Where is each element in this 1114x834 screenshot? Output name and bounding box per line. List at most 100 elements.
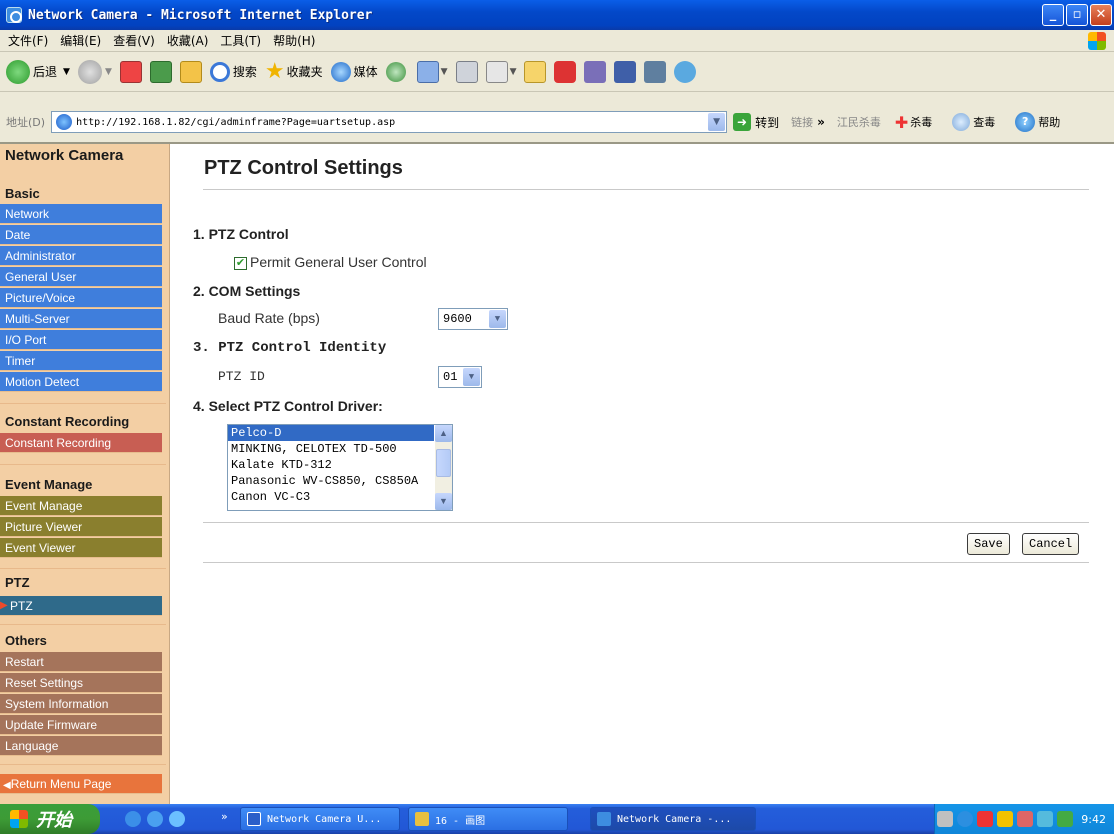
menu-tools[interactable]: 工具(T) (220, 32, 261, 49)
chevron-down-icon[interactable]: ▼ (463, 368, 480, 386)
menu-view[interactable]: 查看(V) (113, 32, 155, 49)
history-button[interactable] (385, 61, 409, 82)
sidebar-item-event-manage[interactable]: Event Manage (0, 496, 162, 516)
driver-option[interactable]: MINKING, CELOTEX TD-500 (228, 441, 434, 457)
security-icon[interactable] (1057, 811, 1074, 827)
permit-user-checkbox[interactable]: ✔ (234, 257, 247, 270)
favorites-label: 收藏夹 (286, 65, 323, 79)
browser-toolbar: 后退 ▼ ▼ 搜索 ★ 收藏夹 媒体 ▼ ▼ (0, 52, 1114, 92)
ptz-id-value: 01 (443, 370, 458, 384)
messenger-icon (584, 60, 607, 83)
sidebar-item-picture-voice[interactable]: Picture/Voice (0, 288, 162, 308)
jiangmin-link[interactable]: 江民杀毒 (837, 114, 881, 130)
listbox-scrollbar[interactable]: ▲ ▼ (435, 425, 452, 510)
quicklaunch-more[interactable]: » (221, 810, 228, 823)
ie-quicklaunch-icon[interactable] (125, 811, 141, 827)
plugin-button-4[interactable] (644, 60, 667, 83)
task-word[interactable]: Network Camera U... (240, 807, 400, 831)
print-button[interactable] (455, 60, 478, 83)
driver-listbox[interactable]: Pelco-D MINKING, CELOTEX TD-500 Kalate K… (227, 424, 453, 511)
menu-file[interactable]: 文件(F) (8, 32, 48, 49)
save-button[interactable]: Save (967, 533, 1010, 555)
form-divider (203, 522, 1089, 523)
page-title: PTZ Control Settings (204, 157, 403, 179)
sidebar-item-picture-viewer[interactable]: Picture Viewer (0, 517, 162, 537)
scroll-thumb[interactable] (436, 449, 451, 477)
permit-user-label[interactable]: Permit General User Control (250, 254, 427, 270)
address-dropdown-icon[interactable]: ▼ (708, 113, 726, 131)
close-button[interactable]: ✕ (1090, 4, 1112, 26)
media-label: 媒体 (353, 65, 378, 79)
sidebar-item-update-firmware[interactable]: Update Firmware (0, 715, 162, 735)
sidebar-item-event-viewer[interactable]: Event Viewer (0, 538, 162, 558)
sidebar-item-ptz[interactable]: ▶ PTZ (0, 596, 162, 616)
driver-option[interactable]: Canon VC-C3 (228, 489, 434, 505)
sidebar-item-general-user[interactable]: General User (0, 267, 162, 287)
cancel-button[interactable]: Cancel (1022, 533, 1080, 555)
folder-button[interactable] (524, 60, 547, 83)
address-input[interactable]: http://192.168.1.82/cgi/adminframe?Page=… (51, 111, 728, 133)
sidebar-item-reset-settings[interactable]: Reset Settings (0, 673, 162, 693)
address-url[interactable]: http://192.168.1.82/cgi/adminframe?Page=… (76, 117, 395, 128)
back-tray-icon[interactable] (957, 811, 974, 827)
media-button[interactable]: 媒体 (330, 61, 378, 82)
menu-edit[interactable]: 编辑(E) (60, 32, 101, 49)
favorites-button[interactable]: ★ 收藏夹 (265, 59, 323, 84)
sidebar-divider (0, 624, 166, 625)
maximize-button[interactable]: ▫ (1066, 4, 1088, 26)
baud-rate-select[interactable]: 9600 ▼ (438, 308, 508, 330)
help-button[interactable]: ? 帮助 (1015, 112, 1060, 132)
refresh-button[interactable] (149, 60, 172, 83)
edit-button[interactable]: ▼ (485, 60, 516, 83)
scroll-up-icon[interactable]: ▲ (435, 425, 452, 442)
sidebar-item-network[interactable]: Network (0, 204, 162, 224)
network-icon[interactable] (997, 811, 1014, 827)
sidebar-item-restart[interactable]: Restart (0, 652, 162, 672)
check-virus-button[interactable]: 查毒 (952, 113, 995, 131)
volume-icon[interactable] (1037, 811, 1054, 827)
task-paint[interactable]: 16 - 画图 (408, 807, 568, 831)
stop-button[interactable] (119, 60, 142, 83)
menu-bar: 文件(F) 编辑(E) 查看(V) 收藏(A) 工具(T) 帮助(H) (0, 30, 1114, 52)
sidebar-item-language[interactable]: Language (0, 736, 162, 756)
driver-option[interactable]: Panasonic WV-CS850, CS850A (228, 473, 434, 489)
plugin-button-5[interactable] (674, 60, 697, 83)
sidebar-item-motion-detect[interactable]: Motion Detect (0, 372, 162, 392)
driver-option[interactable]: Pelco-D (228, 425, 434, 441)
kill-virus-button[interactable]: ✚ 杀毒 (895, 113, 932, 132)
search-button[interactable]: 搜索 (209, 61, 257, 82)
menu-favorites[interactable]: 收藏(A) (167, 32, 209, 49)
scroll-down-icon[interactable]: ▼ (435, 493, 452, 510)
sidebar-item-timer[interactable]: Timer (0, 351, 162, 371)
input-method-icon[interactable] (1017, 811, 1034, 827)
sidebar-item-multi-server[interactable]: Multi-Server (0, 309, 162, 329)
sidebar-item-administrator[interactable]: Administrator (0, 246, 162, 266)
antivirus-icon[interactable] (977, 811, 994, 827)
sidebar-item-io-port[interactable]: I/O Port (0, 330, 162, 350)
keyboard-icon[interactable] (937, 811, 954, 827)
browser-quicklaunch-icon[interactable] (147, 811, 163, 827)
forward-button[interactable]: ▼ (77, 59, 112, 84)
return-menu-button[interactable]: ◀Return Menu Page (0, 774, 162, 794)
minimize-button[interactable]: _ (1042, 4, 1064, 26)
back-button[interactable]: 后退 ▼ (6, 59, 70, 84)
chevron-down-icon[interactable]: ▼ (489, 310, 506, 328)
more-chevron[interactable]: » (817, 115, 825, 129)
start-button[interactable]: 开始 (0, 804, 100, 834)
plugin-button-2[interactable] (584, 60, 607, 83)
menu-help[interactable]: 帮助(H) (273, 32, 315, 49)
sidebar-item-constant-recording[interactable]: Constant Recording (0, 433, 162, 453)
ptz-id-select[interactable]: 01 ▼ (438, 366, 482, 388)
mail-button[interactable]: ▼ (416, 60, 448, 83)
user-icon (614, 60, 637, 83)
task-ie[interactable]: Network Camera -... (590, 807, 756, 831)
plugin-button-3[interactable] (614, 60, 637, 83)
sidebar-item-date[interactable]: Date (0, 225, 162, 245)
home-button[interactable] (179, 60, 202, 83)
go-button[interactable]: ➜ 转到 (733, 113, 779, 131)
sidebar-item-system-information[interactable]: System Information (0, 694, 162, 714)
links-label[interactable]: 链接 (791, 114, 813, 130)
messenger-quicklaunch-icon[interactable] (169, 811, 185, 827)
driver-option[interactable]: Kalate KTD-312 (228, 457, 434, 473)
plugin-button-1[interactable] (554, 60, 577, 83)
